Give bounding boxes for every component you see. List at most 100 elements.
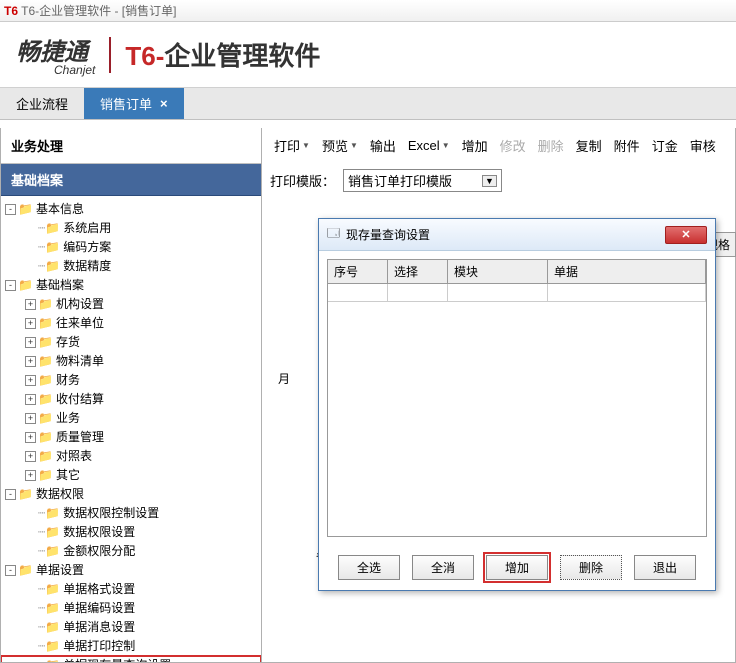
tree-node[interactable]: ┈📁单据编码设置	[1, 599, 261, 618]
tree-label: 其它	[56, 467, 80, 484]
tree-node[interactable]: ┈📁数据权限控制设置	[1, 504, 261, 523]
brand-bar: 畅捷通 Chanjet T6-企业管理软件	[0, 22, 736, 88]
tree-node[interactable]: +📁其它	[1, 466, 261, 485]
toolbar-preview[interactable]: 预览▼	[318, 134, 362, 157]
tree-node[interactable]: +📁收付结算	[1, 390, 261, 409]
tree-node[interactable]: ┈📁系统启用	[1, 219, 261, 238]
tree-node[interactable]: -📁单据设置	[1, 561, 261, 580]
brand-title: T6-企业管理软件	[125, 36, 320, 73]
brand-divider	[109, 37, 111, 73]
tree-node[interactable]: ┈📁编码方案	[1, 238, 261, 257]
tree-node[interactable]: -📁数据权限	[1, 485, 261, 504]
tree-node[interactable]: +📁对照表	[1, 447, 261, 466]
sidebar-heading-business[interactable]: 业务处理	[1, 128, 261, 164]
tree-node[interactable]: ┈📁单据格式设置	[1, 580, 261, 599]
tree-label: 金额权限分配	[63, 543, 135, 560]
toolbar-add[interactable]: 增加	[458, 134, 492, 157]
expand-icon[interactable]: +	[25, 337, 36, 348]
dialog-select-none-button[interactable]: 全消	[412, 555, 474, 580]
tree-node[interactable]: ┈📁单据现存量查询设置	[1, 656, 261, 662]
tree-node[interactable]: -📁基础档案	[1, 276, 261, 295]
dialog-delete-button[interactable]: 删除	[560, 555, 622, 580]
toolbar-excel[interactable]: Excel▼	[404, 136, 454, 155]
tree-node[interactable]: ┈📁单据消息设置	[1, 618, 261, 637]
tree-node[interactable]: ┈📁单据打印控制	[1, 637, 261, 656]
toolbar-copy[interactable]: 复制	[572, 134, 606, 157]
sidebar-heading-archive[interactable]: 基础档案	[1, 164, 261, 196]
tree-label: 存货	[56, 334, 80, 351]
folder-icon: 📁	[38, 448, 53, 465]
toolbar-delete: 删除	[534, 134, 568, 157]
tab-enterprise-process[interactable]: 企业流程	[0, 88, 84, 119]
tree-label: 单据设置	[36, 562, 84, 579]
close-icon[interactable]: ×	[160, 96, 168, 111]
expand-icon[interactable]: +	[25, 451, 36, 462]
window-title: T6 T6-企业管理软件 - [销售订单]	[0, 0, 736, 22]
tree-node[interactable]: +📁往来单位	[1, 314, 261, 333]
tree-label: 收付结算	[56, 391, 104, 408]
tree-label: 数据权限设置	[63, 524, 135, 541]
toolbar-output[interactable]: 输出	[366, 134, 400, 157]
tree-node[interactable]: +📁机构设置	[1, 295, 261, 314]
tree-node[interactable]: -📁基本信息	[1, 200, 261, 219]
dialog-add-button[interactable]: 增加	[486, 555, 548, 580]
tree-node[interactable]: +📁质量管理	[1, 428, 261, 447]
tree-label: 数据权限控制设置	[63, 505, 159, 522]
tree-label: 对照表	[56, 448, 92, 465]
expand-icon[interactable]: +	[25, 356, 36, 367]
expand-icon[interactable]: -	[5, 565, 16, 576]
expand-icon[interactable]: -	[5, 280, 16, 291]
folder-icon: 📁	[45, 258, 60, 275]
tab-sales-order[interactable]: 销售订单 ×	[84, 88, 184, 119]
cut-label-1: 月	[278, 370, 290, 387]
folder-icon: 📁	[45, 239, 60, 256]
folder-icon: 📁	[45, 220, 60, 237]
folder-icon: 📁	[18, 562, 33, 579]
sidebar: 业务处理 基础档案 -📁基本信息┈📁系统启用┈📁编码方案┈📁数据精度-📁基础档案…	[0, 128, 262, 663]
folder-icon: 📁	[45, 524, 60, 541]
brand-logo-block: 畅捷通 Chanjet	[16, 32, 95, 77]
expand-icon[interactable]: +	[25, 375, 36, 386]
folder-icon: 📁	[38, 391, 53, 408]
tree-node[interactable]: ┈📁数据权限设置	[1, 523, 261, 542]
folder-icon: 📁	[45, 505, 60, 522]
tree-node[interactable]: +📁物料清单	[1, 352, 261, 371]
folder-icon: 📁	[18, 486, 33, 503]
tree-label: 基础档案	[36, 277, 84, 294]
dialog-grid[interactable]: 序号 选择 模块 单据	[327, 259, 707, 537]
dialog-titlebar[interactable]: 🗔 现存量查询设置 ✕	[319, 219, 715, 251]
expand-icon[interactable]: +	[25, 432, 36, 443]
folder-icon: 📁	[45, 600, 60, 617]
toolbar-attach[interactable]: 附件	[610, 134, 644, 157]
toolbar-audit[interactable]: 审核	[686, 134, 720, 157]
print-template-row: 打印模版： 销售订单打印模版 ▼	[270, 169, 727, 192]
expand-icon[interactable]: -	[5, 489, 16, 500]
grid-empty-row[interactable]	[328, 284, 706, 302]
tree-label: 单据打印控制	[63, 638, 135, 655]
tree-label: 数据权限	[36, 486, 84, 503]
stock-query-dialog: 🗔 现存量查询设置 ✕ 序号 选择 模块 单据 全选 全消 增加 删除 退出	[318, 218, 716, 591]
toolbar-deposit[interactable]: 订金	[648, 134, 682, 157]
tree-node[interactable]: +📁存货	[1, 333, 261, 352]
expand-icon[interactable]: +	[25, 299, 36, 310]
dialog-select-all-button[interactable]: 全选	[338, 555, 400, 580]
tree-node[interactable]: ┈📁数据精度	[1, 257, 261, 276]
tree-node[interactable]: +📁财务	[1, 371, 261, 390]
folder-icon: 📁	[38, 372, 53, 389]
col-bill: 单据	[548, 260, 706, 283]
expand-icon[interactable]: +	[25, 470, 36, 481]
tree-label: 编码方案	[63, 239, 111, 256]
print-template-select[interactable]: 销售订单打印模版 ▼	[343, 169, 502, 192]
expand-icon[interactable]: +	[25, 413, 36, 424]
tree-label: 物料清单	[56, 353, 104, 370]
toolbar-print[interactable]: 打印▼	[270, 134, 314, 157]
col-select: 选择	[388, 260, 448, 283]
tree-label: 基本信息	[36, 201, 84, 218]
tree-node[interactable]: +📁业务	[1, 409, 261, 428]
expand-icon[interactable]: +	[25, 394, 36, 405]
dialog-exit-button[interactable]: 退出	[634, 555, 696, 580]
expand-icon[interactable]: +	[25, 318, 36, 329]
expand-icon[interactable]: -	[5, 204, 16, 215]
tree-node[interactable]: ┈📁金额权限分配	[1, 542, 261, 561]
dialog-close-button[interactable]: ✕	[665, 226, 707, 244]
